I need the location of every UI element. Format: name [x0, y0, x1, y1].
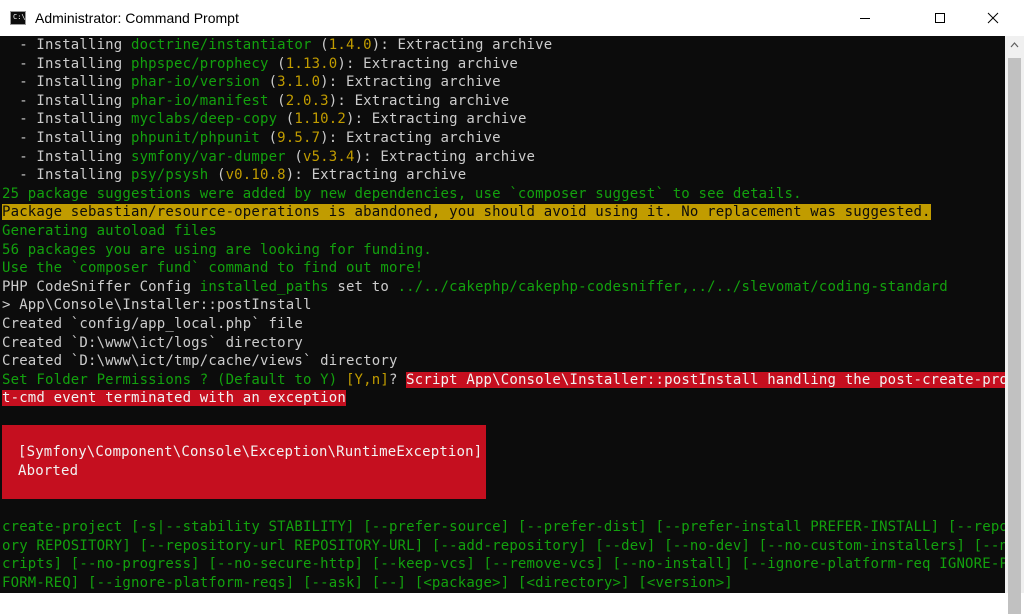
- install-line: - Installing symfony/var-dumper (v5.3.4)…: [2, 148, 535, 167]
- permissions-prompt-line: Set Folder Permissions ? (Default to Y) …: [2, 371, 1024, 390]
- package-version: 1.13.0: [285, 55, 338, 72]
- paren-open: (: [259, 74, 278, 91]
- maximize-button[interactable]: [917, 0, 963, 36]
- paren-open: (: [208, 167, 226, 184]
- install-line: - Installing myclabs/deep-copy (1.10.2):…: [2, 110, 527, 129]
- paren-open: (: [311, 37, 329, 53]
- window-title: Administrator: Command Prompt: [35, 10, 239, 26]
- install-prefix: - Installing: [2, 148, 131, 165]
- exception-block: [Symfony\Component\Console\Exception\Run…: [2, 425, 486, 499]
- permissions-options: [Y,n]: [345, 371, 389, 388]
- install-status: ): Extracting archive: [320, 130, 501, 146]
- paren-open: (: [268, 55, 286, 72]
- minimize-button[interactable]: [842, 0, 888, 36]
- command-prompt-window: C:\. Administrator: Command Prompt - Ins…: [0, 0, 1024, 614]
- package-name: symfony/var-dumper: [130, 148, 286, 165]
- install-line: - Installing phpunit/phpunit (9.5.7): Ex…: [2, 129, 501, 148]
- package-name: phpspec/prophecy: [130, 55, 269, 72]
- chevron-up-icon: [1010, 42, 1019, 48]
- install-prefix: - Installing: [2, 92, 131, 109]
- usage-line: cripts] [--no-progress] [--no-secure-htt…: [2, 556, 1024, 573]
- install-prefix: - Installing: [2, 55, 131, 72]
- permissions-suffix: ?: [388, 371, 407, 388]
- install-prefix: - Installing: [2, 167, 131, 184]
- funding-line: 56 packages you are using are looking fo…: [2, 241, 432, 258]
- scrollbar-thumb[interactable]: [1008, 58, 1021, 614]
- package-name: myclabs/deep-copy: [130, 111, 278, 128]
- package-name: doctrine/instantiator: [130, 37, 312, 53]
- created-line: Created `D:\www\ict/logs` directory: [2, 334, 303, 351]
- exception-message: Aborted: [18, 462, 79, 479]
- codesniffer-set-to: set to: [328, 278, 398, 295]
- package-version: 9.5.7: [277, 130, 321, 146]
- install-status: ): Extracting archive: [337, 55, 518, 72]
- abandoned-warning: Package sebastian/resource-operations is…: [2, 204, 931, 221]
- script-error-continued: t-cmd event terminated with an exception: [2, 390, 346, 407]
- codesniffer-line: PHP CodeSniffer Config installed_paths s…: [2, 278, 948, 297]
- fund-hint-line: Use the `composer fund` command to find …: [2, 260, 424, 277]
- codesniffer-label: PHP CodeSniffer Config: [2, 278, 200, 295]
- cmd-app-icon-label: C:\.: [13, 13, 30, 21]
- exception-class: [Symfony\Component\Console\Exception\Run…: [18, 444, 483, 460]
- minimize-icon: [860, 18, 870, 19]
- script-error: Script App\Console\Installer::postInstal…: [406, 371, 1024, 388]
- package-version: v0.10.8: [225, 167, 286, 184]
- paren-open: (: [277, 111, 295, 128]
- install-prefix: - Installing: [2, 74, 131, 91]
- console-output[interactable]: - Installing doctrine/instantiator (1.4.…: [0, 36, 1024, 593]
- install-status: ): Extracting archive: [285, 167, 467, 184]
- abandoned-warning-line: Package sebastian/resource-operations is…: [2, 203, 931, 222]
- package-name: phpunit/phpunit: [130, 130, 260, 146]
- package-name: phar-io/manifest: [130, 92, 269, 109]
- package-version: 3.1.0: [277, 74, 321, 91]
- install-line: - Installing phar-io/version (3.1.0): Ex…: [2, 73, 501, 92]
- install-status: ): Extracting archive: [354, 148, 536, 165]
- usage-line: FORM-REQ] [--ignore-platform-reqs] [--as…: [2, 574, 733, 591]
- package-version: 1.4.0: [328, 37, 372, 53]
- package-name: phar-io/version: [130, 74, 260, 91]
- maximize-icon: [935, 13, 945, 23]
- install-prefix: - Installing: [2, 111, 131, 128]
- permissions-question: Set Folder Permissions ? (Default to Y): [2, 371, 346, 388]
- package-name: psy/psysh: [130, 167, 209, 184]
- install-status: ): Extracting archive: [371, 37, 553, 53]
- package-version: 2.0.3: [285, 92, 329, 109]
- scroll-up-button[interactable]: [1005, 36, 1024, 54]
- install-line: - Installing doctrine/instantiator (1.4.…: [2, 36, 552, 55]
- install-prefix: - Installing: [2, 37, 131, 53]
- created-line: Created `D:\www\ict/tmp/cache/views` dir…: [2, 353, 398, 370]
- cmd-app-icon[interactable]: C:\.: [10, 11, 30, 25]
- close-icon: [987, 12, 999, 24]
- install-prefix: - Installing: [2, 130, 131, 146]
- paren-open: (: [268, 92, 286, 109]
- codesniffer-value: ../../cakephp/cakephp-codesniffer,../../…: [397, 278, 948, 295]
- script-error-continued-line: t-cmd event terminated with an exception: [2, 389, 346, 408]
- install-status: ): Extracting archive: [320, 74, 501, 91]
- install-line: - Installing psy/psysh (v0.10.8): Extrac…: [2, 166, 466, 185]
- usage-line: create-project [-s|--stability STABILITY…: [2, 519, 1024, 535]
- post-install-line: > App\Console\Installer::postInstall: [2, 297, 312, 314]
- suggestions-line: 25 package suggestions were added by new…: [2, 185, 802, 202]
- package-version: v5.3.4: [302, 148, 355, 165]
- package-version: 1.10.2: [294, 111, 346, 128]
- install-line: - Installing phar-io/manifest (2.0.3): E…: [2, 92, 509, 111]
- install-line: - Installing phpspec/prophecy (1.13.0): …: [2, 55, 518, 74]
- title-bar[interactable]: C:\. Administrator: Command Prompt: [0, 0, 1024, 37]
- paren-open: (: [259, 130, 278, 146]
- paren-open: (: [285, 148, 303, 165]
- codesniffer-key: installed_paths: [199, 278, 329, 295]
- install-status: ): Extracting archive: [345, 111, 527, 128]
- usage-line: ory REPOSITORY] [--repository-url REPOSI…: [2, 537, 1024, 554]
- install-status: ): Extracting archive: [328, 92, 510, 109]
- vertical-scrollbar[interactable]: [1005, 36, 1024, 614]
- created-line: Created `config/app_local.php` file: [2, 316, 303, 332]
- autoload-line: Generating autoload files: [2, 223, 217, 239]
- close-button[interactable]: [970, 0, 1016, 36]
